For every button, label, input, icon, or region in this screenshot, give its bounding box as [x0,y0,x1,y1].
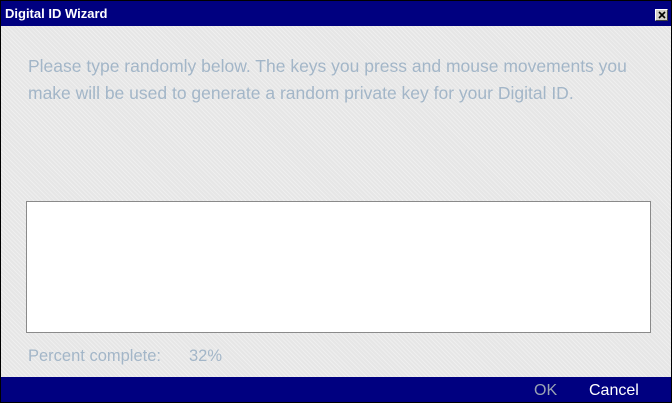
close-button[interactable] [655,9,668,21]
progress-value: 32% [188,347,223,365]
random-input-area[interactable] [26,201,651,333]
cancel-button[interactable]: Cancel [589,380,639,401]
digital-id-wizard-dialog: Digital ID Wizard Please type randomly b… [0,0,672,403]
window-title: Digital ID Wizard [5,6,108,21]
button-bar: OK Cancel [1,377,671,402]
title-bar[interactable]: Digital ID Wizard [1,1,671,26]
instructions-text: Please type randomly below. The keys you… [28,56,627,103]
progress-readout: Percent complete: 32% [28,346,222,366]
close-icon [657,11,666,19]
ok-button[interactable]: OK [534,380,557,401]
progress-label: Percent complete: [28,347,161,365]
